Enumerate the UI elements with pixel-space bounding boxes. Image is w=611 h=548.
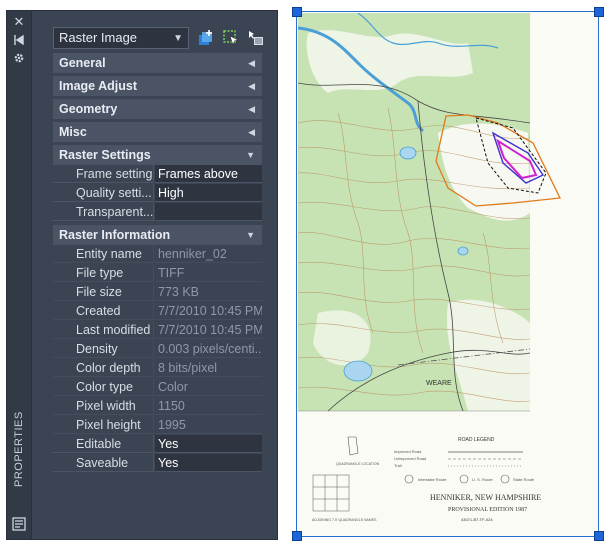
grip-top-right[interactable] <box>594 7 604 17</box>
pin-icon[interactable] <box>11 33 27 47</box>
property-value: 8 bits/pixel <box>155 359 262 377</box>
section-geometry[interactable]: Geometry ◀ <box>53 99 262 119</box>
property-value: 7/7/2010 10:45 PM <box>155 321 262 339</box>
property-name: Frame setting <box>53 165 154 183</box>
place-label: WEARE <box>426 380 452 387</box>
pond <box>457 246 469 256</box>
expanded-arrow-icon: ▼ <box>246 150 255 160</box>
property-row-pixel-height: Pixel height 1995 <box>53 416 262 435</box>
us-route-label: U. S. Route <box>472 477 493 482</box>
section-geometry-label: Geometry <box>59 102 118 116</box>
palette-title-strip: ✕ PROPERTIES <box>7 11 32 539</box>
property-row-file-size: File size 773 KB <box>53 283 262 302</box>
property-name: File type <box>53 264 154 282</box>
property-row-file-type: File type TIFF <box>53 264 262 283</box>
adjoining-quadrangles-label: ADJOINING 7.5' QUADRANGLE NAMES <box>312 518 377 522</box>
expanded-arrow-icon: ▼ <box>246 230 255 240</box>
property-value: henniker_02 <box>155 245 262 263</box>
section-raster-settings[interactable]: Raster Settings ▼ <box>53 145 262 165</box>
property-name: Pixel width <box>53 397 154 415</box>
property-row-transparency[interactable]: Transparent... <box>53 203 262 222</box>
property-name: Transparent... <box>53 203 154 221</box>
property-name: Pixel height <box>53 416 154 434</box>
property-row-pixel-width: Pixel width 1150 <box>53 397 262 416</box>
interstate-route-label: Interstate Route <box>418 477 447 482</box>
property-value[interactable] <box>155 203 262 221</box>
property-value: TIFF <box>155 264 262 282</box>
map-collar <box>298 411 597 535</box>
pond <box>343 360 373 382</box>
settings-icon[interactable] <box>11 51 27 65</box>
property-value: 0.003 pixels/centi... <box>155 340 262 358</box>
road-legend-title: ROAD LEGEND <box>458 437 495 443</box>
property-row-saveable[interactable]: Saveable Yes <box>53 454 262 473</box>
properties-palette: ✕ PROPERTIES Raster Image ▼ General ◀ Im… <box>6 10 278 540</box>
property-name: Saveable <box>53 454 154 472</box>
object-type-dropdown[interactable]: Raster Image ▼ <box>53 27 189 49</box>
collapsed-arrow-icon: ◀ <box>248 104 255 114</box>
property-row-created: Created 7/7/2010 10:45 PM <box>53 302 262 321</box>
collapsed-arrow-icon: ◀ <box>248 58 255 68</box>
pond <box>399 146 417 160</box>
palette-title: PROPERTIES <box>13 411 25 487</box>
property-value[interactable]: Frames above <box>155 165 262 183</box>
select-objects-icon[interactable] <box>222 29 240 47</box>
section-raster-information-label: Raster Information <box>59 228 171 242</box>
state-route-label: State Route <box>513 477 535 482</box>
road-improved-label: Improved Road <box>394 449 421 454</box>
close-icon[interactable]: ✕ <box>11 15 27 29</box>
property-name: Density <box>53 340 154 358</box>
property-row-frame-setting[interactable]: Frame setting Frames above <box>53 165 262 184</box>
property-row-density: Density 0.003 pixels/centi... <box>53 340 262 359</box>
property-value[interactable]: Yes <box>155 435 262 453</box>
collapsed-arrow-icon: ◀ <box>248 127 255 137</box>
property-name: Color depth <box>53 359 154 377</box>
property-value: 1150 <box>155 397 262 415</box>
section-image-adjust-label: Image Adjust <box>59 79 138 93</box>
collapsed-arrow-icon: ◀ <box>248 81 255 91</box>
property-value: 773 KB <box>155 283 262 301</box>
property-name: Color type <box>53 378 154 396</box>
section-misc-label: Misc <box>59 125 87 139</box>
section-general[interactable]: General ◀ <box>53 53 262 73</box>
property-row-last-modified: Last modified 7/7/2010 10:45 PM <box>53 321 262 340</box>
property-name: Editable <box>53 435 154 453</box>
quadrangle-location-label: QUADRANGLE LOCATION <box>336 462 380 466</box>
property-row-editable[interactable]: Editable Yes <box>53 435 262 454</box>
quick-select-icon[interactable] <box>247 29 265 47</box>
property-value: 7/7/2010 10:45 PM <box>155 302 262 320</box>
property-name: File size <box>53 283 154 301</box>
property-value[interactable]: High <box>155 184 262 202</box>
grip-bottom-left[interactable] <box>292 531 302 541</box>
object-type-value: Raster Image <box>59 30 138 45</box>
map-edition: PROVISIONAL EDITION 1987 <box>448 507 527 513</box>
toggle-pickadd-icon[interactable] <box>197 29 215 47</box>
property-name: Last modified <box>53 321 154 339</box>
property-value: Color <box>155 378 262 396</box>
road-unimproved-label: Unimproved Road <box>394 456 426 461</box>
property-value[interactable]: Yes <box>155 454 262 472</box>
trail-label: Trail <box>394 463 402 468</box>
property-name: Entity name <box>53 245 154 263</box>
property-name: Created <box>53 302 154 320</box>
map-title: HENNIKER, NEW HAMPSHIRE <box>430 493 541 502</box>
grip-top-left[interactable] <box>292 7 302 17</box>
properties-panel-icon[interactable] <box>12 517 26 531</box>
property-value: 1995 <box>155 416 262 434</box>
section-raster-information[interactable]: Raster Information ▼ <box>53 225 262 245</box>
section-misc[interactable]: Misc ◀ <box>53 122 262 142</box>
topographic-map: WEARE ROAD LEGEND Improved Road Unimprov… <box>298 13 597 535</box>
section-image-adjust[interactable]: Image Adjust ◀ <box>53 76 262 96</box>
map-code: 43071-B7-TF-024 <box>461 517 493 522</box>
property-row-color-depth: Color depth 8 bits/pixel <box>53 359 262 378</box>
property-row-entity-name: Entity name henniker_02 <box>53 245 262 264</box>
section-general-label: General <box>59 56 106 70</box>
property-name: Quality setti... <box>53 184 154 202</box>
property-row-color-type: Color type Color <box>53 378 262 397</box>
property-row-quality-setting[interactable]: Quality setti... High <box>53 184 262 203</box>
grip-bottom-right[interactable] <box>594 531 604 541</box>
section-raster-settings-label: Raster Settings <box>59 148 151 162</box>
chevron-down-icon: ▼ <box>173 33 183 44</box>
